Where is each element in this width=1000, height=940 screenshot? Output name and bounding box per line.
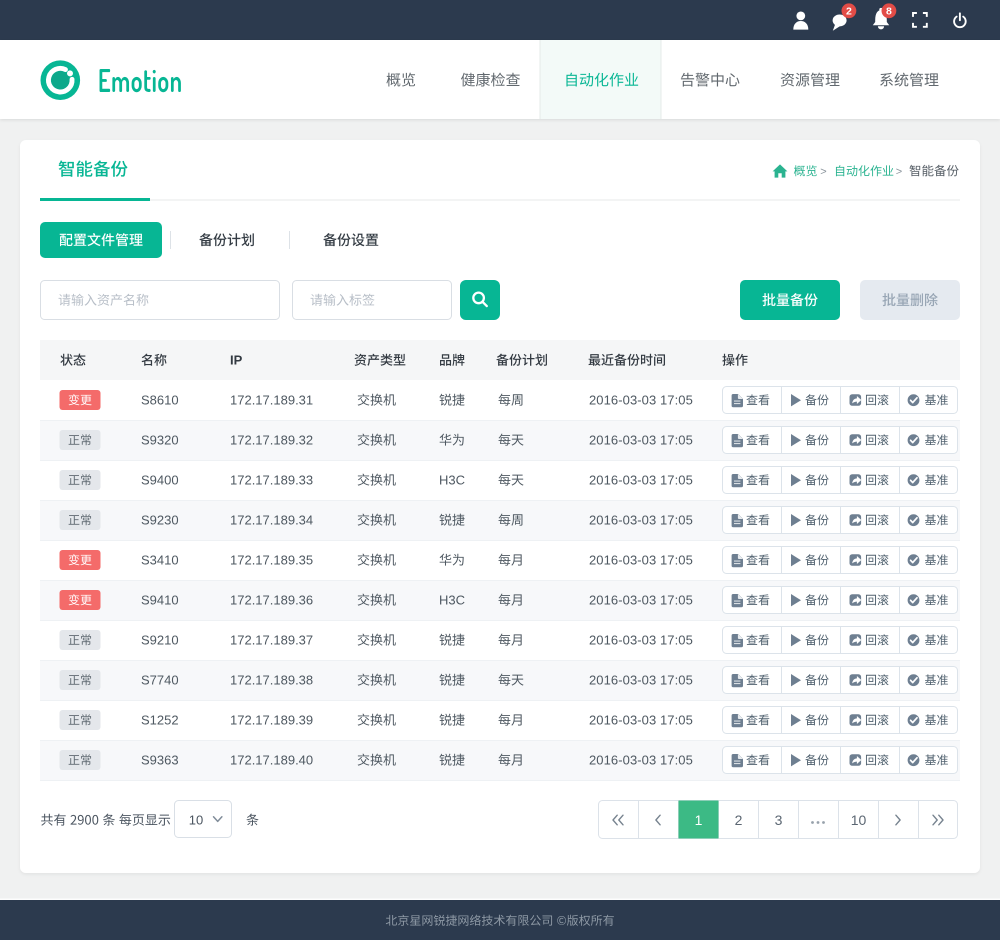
svg-text:S9210: S9210: [141, 633, 179, 648]
svg-text:172.17.189.32: 172.17.189.32: [230, 433, 313, 448]
svg-text:172.17.189.39: 172.17.189.39: [230, 713, 313, 728]
svg-text:2016-03-03 17:05: 2016-03-03 17:05: [589, 593, 693, 608]
svg-text:2: 2: [735, 812, 743, 828]
svg-text:S9400: S9400: [141, 473, 179, 488]
svg-text:IP: IP: [230, 353, 243, 368]
svg-text:S9410: S9410: [141, 593, 179, 608]
svg-text:2016-03-03 17:05: 2016-03-03 17:05: [589, 633, 693, 648]
svg-text:172.17.189.36: 172.17.189.36: [230, 593, 313, 608]
svg-text:2016-03-03 17:05: 2016-03-03 17:05: [589, 473, 693, 488]
svg-text:2016-03-03 17:05: 2016-03-03 17:05: [589, 753, 693, 768]
svg-text:172.17.189.40: 172.17.189.40: [230, 753, 313, 768]
svg-text:2016-03-03 17:05: 2016-03-03 17:05: [589, 553, 693, 568]
svg-text:H3C: H3C: [439, 473, 465, 488]
svg-text:S7740: S7740: [141, 673, 179, 688]
svg-text:2016-03-03 17:05: 2016-03-03 17:05: [589, 713, 693, 728]
svg-text:S3410: S3410: [141, 553, 179, 568]
svg-text:172.17.189.37: 172.17.189.37: [230, 633, 313, 648]
svg-text:172.17.189.38: 172.17.189.38: [230, 673, 313, 688]
svg-text:2016-03-03 17:05: 2016-03-03 17:05: [589, 393, 693, 408]
svg-text:8: 8: [886, 6, 892, 18]
svg-text:2016-03-03 17:05: 2016-03-03 17:05: [589, 673, 693, 688]
svg-text:>: >: [820, 166, 826, 178]
svg-text:10: 10: [851, 812, 867, 828]
svg-text:S8610: S8610: [141, 393, 179, 408]
svg-text:2: 2: [846, 6, 852, 18]
svg-text:H3C: H3C: [439, 593, 465, 608]
svg-text:2016-03-03 17:05: 2016-03-03 17:05: [589, 433, 693, 448]
svg-text:10: 10: [189, 813, 203, 828]
svg-text:S9320: S9320: [141, 433, 179, 448]
svg-text:172.17.189.33: 172.17.189.33: [230, 473, 313, 488]
svg-text:3: 3: [775, 812, 783, 828]
svg-text:172.17.189.34: 172.17.189.34: [230, 513, 313, 528]
svg-text:S1252: S1252: [141, 713, 179, 728]
svg-text:2016-03-03 17:05: 2016-03-03 17:05: [589, 513, 693, 528]
svg-text:>: >: [896, 166, 902, 178]
svg-text:S9230: S9230: [141, 513, 179, 528]
svg-text:1: 1: [695, 812, 703, 828]
svg-text:172.17.189.35: 172.17.189.35: [230, 553, 313, 568]
svg-text:S9363: S9363: [141, 753, 179, 768]
svg-text:172.17.189.31: 172.17.189.31: [230, 393, 313, 408]
